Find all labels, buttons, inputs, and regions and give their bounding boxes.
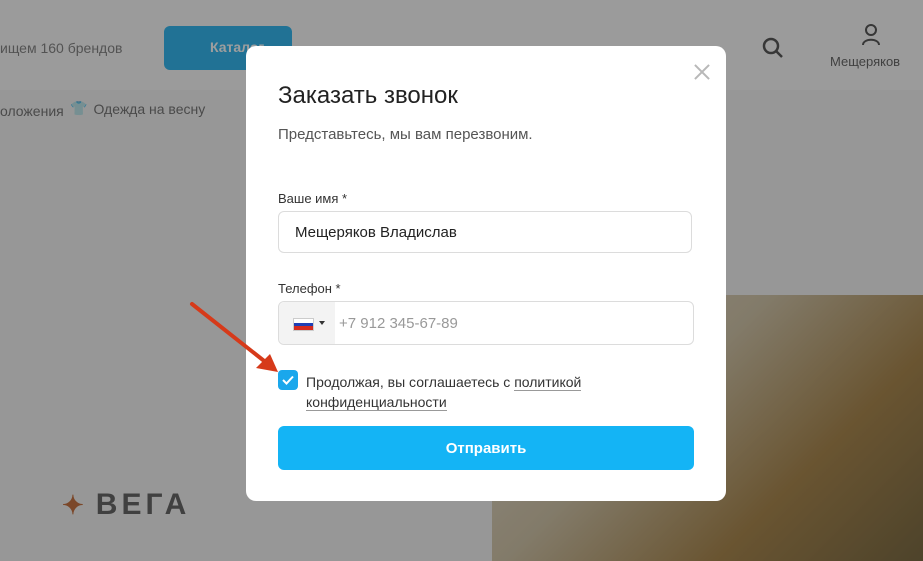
country-selector[interactable] [279,302,335,344]
modal-title: Заказать звонок [278,82,458,109]
consent-text: Продолжая, вы соглашаетесь с политикой к… [306,372,686,412]
consent-text-prefix: Продолжая, вы соглашаетесь с [306,374,515,390]
name-field[interactable] [278,211,692,253]
submit-button[interactable]: Отправить [278,426,694,470]
phone-label: Телефон * [278,281,341,296]
name-label: Ваше имя * [278,191,348,206]
phone-input[interactable] [335,302,699,344]
modal-subtitle: Представьтесь, мы вам перезвоним. [278,126,533,143]
flag-ru-icon [293,318,314,331]
callback-modal: Заказать звонок Представьтесь, мы вам пе… [246,46,726,501]
close-icon[interactable] [692,62,712,82]
chevron-down-icon [319,321,325,325]
annotation-arrow [190,302,278,372]
phone-field-wrapper [278,301,699,345]
